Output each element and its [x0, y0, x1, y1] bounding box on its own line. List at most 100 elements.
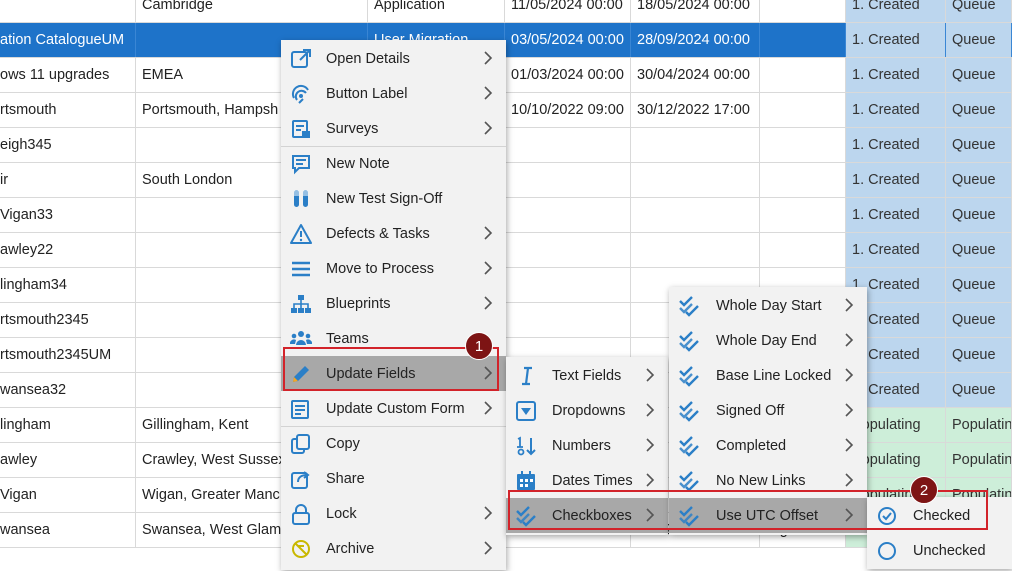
double-check-icon	[677, 434, 701, 458]
double-check-icon	[677, 329, 701, 353]
table-row[interactable]: eigh345 1. Created Queue	[0, 128, 1012, 163]
chevron-right-icon	[642, 437, 658, 453]
chevron-right-icon	[841, 332, 857, 348]
table-cell: 1. Created	[846, 163, 946, 197]
form-icon	[289, 397, 313, 421]
menu-item-numbers[interactable]: Numbers	[506, 428, 668, 463]
table-cell: Populatin	[946, 443, 1012, 477]
test-tubes-icon	[289, 187, 313, 211]
text-cursor-icon	[514, 364, 538, 388]
numbers-icon	[514, 434, 538, 458]
menu-item-label: Share	[326, 470, 365, 487]
menu-item-label: Blueprints	[326, 295, 391, 312]
menu-item-dropdowns[interactable]: Dropdowns	[506, 393, 668, 428]
menu-item-label: Teams	[326, 330, 369, 347]
menu-item-share[interactable]: Share	[281, 461, 506, 496]
table-row[interactable]: ation CatalogueUMUser Migration03/05/202…	[0, 23, 1012, 58]
context-menu: Open Details Button Label Surveys New Note N…	[281, 40, 506, 570]
table-cell	[0, 0, 136, 22]
table-cell: wansea32	[0, 373, 136, 407]
chevron-right-icon	[841, 367, 857, 383]
menu-item-lock[interactable]: Lock	[281, 496, 506, 531]
table-cell: 1. Created	[846, 233, 946, 267]
menu-item-completed[interactable]: Completed	[669, 428, 867, 463]
menu-item-label: Dates Times	[552, 472, 633, 489]
table-cell	[505, 198, 631, 232]
table-row[interactable]: Vigan33 1. Created Queue	[0, 198, 1012, 233]
menu-item-text-fields[interactable]: Text Fields	[506, 358, 668, 393]
menu-item-label: Lock	[326, 505, 357, 522]
double-check-icon	[677, 469, 701, 493]
menu-item-whole-day-start[interactable]: Whole Day Start	[669, 288, 867, 323]
circle-icon	[875, 539, 899, 563]
menu-item-blueprints[interactable]: Blueprints	[281, 286, 506, 321]
chevron-right-icon	[480, 260, 496, 276]
table-cell: Vigan	[0, 478, 136, 512]
table-cell: Queue	[946, 0, 1012, 22]
menu-item-signed-off[interactable]: Signed Off	[669, 393, 867, 428]
table-cell: 1. Created	[846, 93, 946, 127]
calendar-icon	[514, 469, 538, 493]
copy-icon	[289, 432, 313, 456]
table-cell	[760, 128, 846, 162]
menu-item-button-label[interactable]: Button Label	[281, 76, 506, 111]
chevron-right-icon	[480, 295, 496, 311]
chevron-right-icon	[841, 402, 857, 418]
table-cell	[760, 233, 846, 267]
table-cell: 01/03/2024 00:00	[505, 58, 631, 92]
table-cell: awley22	[0, 233, 136, 267]
table-row[interactable]: ir South London 1. Created Queue	[0, 163, 1012, 198]
chevron-right-icon	[841, 297, 857, 313]
menu-item-archive[interactable]: Archive	[281, 531, 506, 566]
table-cell: Queue	[946, 233, 1012, 267]
table-cell: Application	[368, 0, 505, 22]
menu-item-open-details[interactable]: Open Details	[281, 41, 506, 76]
share-icon	[289, 467, 313, 491]
table-cell: Cambridge	[136, 0, 368, 22]
menu-item-new-note[interactable]: New Note	[281, 146, 506, 181]
table-cell: Queue	[946, 303, 1012, 337]
menu-item-label: Copy	[326, 435, 360, 452]
menu-item-copy[interactable]: Copy	[281, 426, 506, 461]
menu-item-update-custom-form[interactable]: Update Custom Form	[281, 391, 506, 426]
table-row[interactable]: rtsmouth Portsmouth, Hampsh 10/10/2022 09:…	[0, 93, 1012, 128]
menu-item-unchecked[interactable]: Unchecked	[867, 533, 1012, 568]
menu-item-label: Archive	[326, 540, 375, 557]
table-cell	[631, 233, 760, 267]
menu-item-move-to-process[interactable]: Move to Process	[281, 251, 506, 286]
table-cell: 1. Created	[846, 58, 946, 92]
chevron-right-icon	[642, 472, 658, 488]
menu-item-label: Update Custom Form	[326, 400, 465, 417]
table-cell	[505, 128, 631, 162]
double-check-icon	[677, 364, 701, 388]
menu-item-surveys[interactable]: Surveys	[281, 111, 506, 146]
archive-icon	[289, 537, 313, 561]
fingerprint-icon	[289, 82, 313, 106]
table-row[interactable]: ows 11 upgrades EMEA 01/03/2024 00:00 30/04…	[0, 58, 1012, 93]
menu-item-label: Unchecked	[913, 542, 986, 559]
list-icon	[289, 257, 313, 281]
table-row[interactable]: awley22 1. Created Queue	[0, 233, 1012, 268]
table-cell: ation CatalogueUM	[0, 23, 136, 57]
menu-item-whole-day-end[interactable]: Whole Day End	[669, 323, 867, 358]
table-cell: Queue	[946, 198, 1012, 232]
table-cell: 28/09/2024 00:00	[631, 23, 760, 57]
menu-item-label: No New Links	[716, 472, 806, 489]
lock-icon	[289, 502, 313, 526]
double-check-icon	[677, 294, 701, 318]
menu-item-new-test-sign-off[interactable]: New Test Sign-Off	[281, 181, 506, 216]
table-cell: 1. Created	[846, 23, 946, 57]
table-cell: Vigan33	[0, 198, 136, 232]
table-cell	[760, 198, 846, 232]
table-cell: 1. Created	[846, 128, 946, 162]
chevron-right-icon	[480, 50, 496, 66]
table-cell: 10/10/2022 09:00	[505, 93, 631, 127]
table-cell: wansea	[0, 513, 136, 547]
note-icon	[289, 152, 313, 176]
warning-icon	[289, 222, 313, 246]
menu-item-defects-tasks[interactable]: Defects & Tasks	[281, 216, 506, 251]
table-cell: Queue	[946, 163, 1012, 197]
table-cell: 03/05/2024 00:00	[505, 23, 631, 57]
menu-item-base-line-locked[interactable]: Base Line Locked	[669, 358, 867, 393]
table-row[interactable]: Cambridge Application 11/05/2024 00:00 18/0…	[0, 0, 1012, 23]
